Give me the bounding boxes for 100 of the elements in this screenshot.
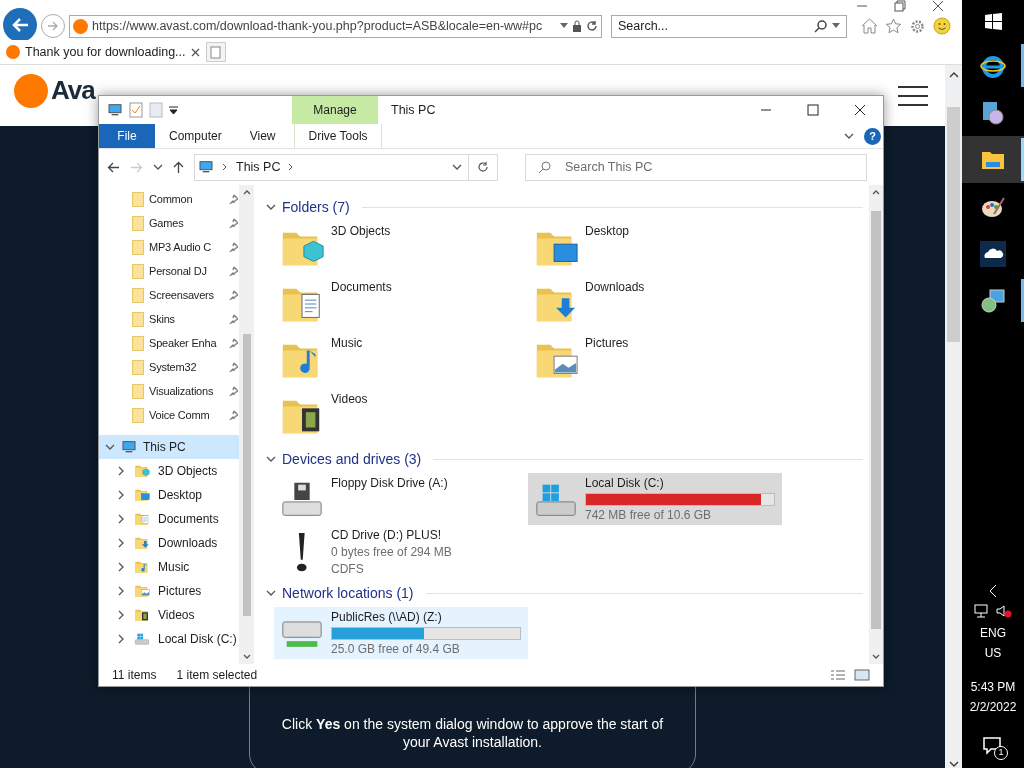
pin-icon[interactable] — [229, 386, 238, 396]
dropdown-icon[interactable] — [832, 23, 840, 29]
folder-item[interactable]: Documents — [274, 277, 528, 333]
scroll-down-icon[interactable] — [242, 654, 251, 660]
back-button[interactable] — [3, 8, 37, 42]
file-tab[interactable]: File — [99, 124, 155, 148]
scroll-down-icon[interactable] — [872, 654, 880, 660]
scroll-up-icon[interactable] — [872, 189, 880, 195]
dropdown-icon[interactable] — [560, 23, 568, 29]
restore-icon[interactable] — [894, 0, 906, 12]
ribbon-tab[interactable]: View — [235, 124, 290, 148]
scroll-up-icon[interactable] — [242, 189, 251, 195]
pin-icon[interactable] — [229, 194, 238, 204]
nav-item[interactable]: Videos — [99, 603, 239, 627]
star-icon[interactable] — [885, 18, 902, 34]
content-scrollbar[interactable] — [869, 185, 883, 664]
pin-icon[interactable] — [229, 290, 238, 300]
search-field[interactable]: Search... — [611, 14, 847, 38]
nav-item[interactable]: Personal DJ — [99, 259, 239, 283]
nav-item[interactable]: Common — [99, 187, 239, 211]
expand-ribbon-icon[interactable] — [844, 131, 854, 141]
nav-item[interactable]: Speaker Enha — [99, 331, 239, 355]
drive-item[interactable]: Floppy Disk Drive (A:) — [274, 473, 528, 525]
folder-item[interactable]: Pictures — [528, 333, 782, 389]
folder-item[interactable]: Videos — [274, 389, 528, 445]
close-icon[interactable] — [932, 0, 944, 12]
clock-time[interactable]: 5:43 PM — [970, 678, 1016, 696]
pin-icon[interactable] — [229, 362, 238, 372]
folder-item[interactable]: Music — [274, 333, 528, 389]
expand-icon[interactable] — [116, 490, 126, 500]
recent-locations-icon[interactable] — [153, 162, 163, 172]
nav-item[interactable]: Documents — [99, 507, 239, 531]
collapse-icon[interactable] — [266, 588, 276, 598]
nav-item[interactable]: System32 — [99, 355, 239, 379]
collapse-icon[interactable] — [105, 442, 115, 452]
scroll-thumb[interactable] — [947, 107, 960, 342]
folder-item[interactable]: 3D Objects — [274, 221, 528, 277]
language-label[interactable]: ENG — [980, 624, 1006, 642]
nav-item[interactable]: Music — [99, 555, 239, 579]
expand-icon[interactable] — [116, 466, 126, 476]
up-arrow-icon[interactable] — [173, 160, 184, 174]
nav-scrollbar[interactable] — [239, 185, 254, 664]
settings-icon[interactable] — [909, 17, 926, 35]
pin-icon[interactable] — [229, 266, 238, 276]
refresh-icon[interactable] — [586, 20, 598, 32]
scroll-up-icon[interactable] — [948, 71, 959, 78]
nav-item[interactable]: Visualizations — [99, 379, 239, 403]
home-icon[interactable] — [861, 18, 878, 34]
smiley-icon[interactable] — [933, 17, 951, 35]
customize-dropdown-icon[interactable] — [169, 105, 178, 115]
drive-item[interactable]: CD Drive (D:) PLUS! 0 bytes free of 294 MB CDFS — [274, 525, 528, 579]
notification-icon[interactable] — [982, 736, 1004, 756]
nav-item[interactable]: This PC — [99, 435, 239, 459]
nav-item[interactable]: Skins — [99, 307, 239, 331]
nav-item[interactable]: 3D Objects — [99, 459, 239, 483]
chevron-right-icon[interactable] — [288, 163, 295, 171]
search-field[interactable]: Search This PC — [525, 153, 867, 181]
nav-item[interactable]: Pictures — [99, 579, 239, 603]
expand-icon[interactable] — [116, 610, 126, 620]
folder-item[interactable]: Desktop — [528, 221, 782, 277]
folder-item[interactable]: Downloads — [528, 277, 782, 333]
scroll-thumb[interactable] — [242, 333, 251, 616]
drive-item[interactable]: Local Disk (C:) 742 MB free of 10.6 GB — [528, 473, 782, 525]
refresh-icon[interactable] — [477, 161, 489, 173]
pin-icon[interactable] — [229, 242, 238, 252]
nav-item[interactable]: Screensavers — [99, 283, 239, 307]
help-icon[interactable]: ? — [864, 127, 881, 145]
drive-item[interactable]: PublicRes (\\AD) (Z:) 25.0 GB free of 49.4 GB — [274, 607, 528, 659]
scroll-thumb[interactable] — [871, 210, 881, 629]
expand-icon[interactable] — [116, 538, 126, 548]
nav-item[interactable]: Desktop — [99, 483, 239, 507]
group-heading[interactable]: Folders (7) — [282, 196, 350, 218]
network-icon[interactable] — [974, 604, 990, 618]
nav-item[interactable]: Downloads — [99, 531, 239, 555]
windows-logo-icon[interactable] — [984, 12, 1002, 30]
nav-item[interactable]: MP3 Audio C — [99, 235, 239, 259]
pin-icon[interactable] — [229, 314, 238, 324]
chevron-right-icon[interactable] — [222, 163, 228, 171]
collapse-icon[interactable] — [266, 202, 276, 212]
pin-icon[interactable] — [229, 338, 238, 348]
muted-speaker-icon[interactable] — [996, 604, 1012, 618]
scroll-down-icon[interactable] — [948, 761, 959, 768]
chevron-left-icon[interactable] — [989, 584, 997, 598]
group-heading[interactable]: Devices and drives (3) — [282, 448, 422, 470]
taskbar-app[interactable] — [962, 136, 1024, 183]
region-label[interactable]: US — [984, 644, 1002, 662]
nav-item[interactable]: Voice Comm — [99, 403, 239, 427]
maximize-icon[interactable] — [807, 104, 819, 116]
collapse-icon[interactable] — [266, 454, 276, 464]
menu-icon[interactable] — [897, 84, 929, 107]
history-dropdown-icon[interactable] — [452, 162, 462, 172]
ribbon-tab[interactable]: Computer — [155, 124, 236, 148]
pin-icon[interactable] — [229, 218, 238, 228]
group-heading[interactable]: Network locations (1) — [282, 582, 414, 604]
clock-date[interactable]: 2/2/2022 — [969, 698, 1017, 716]
close-icon[interactable] — [190, 47, 200, 57]
back-arrow-icon[interactable] — [107, 161, 120, 173]
expand-icon[interactable] — [116, 514, 126, 524]
nav-item[interactable]: Local Disk (C:) — [99, 627, 239, 651]
pin-icon[interactable] — [229, 410, 238, 420]
